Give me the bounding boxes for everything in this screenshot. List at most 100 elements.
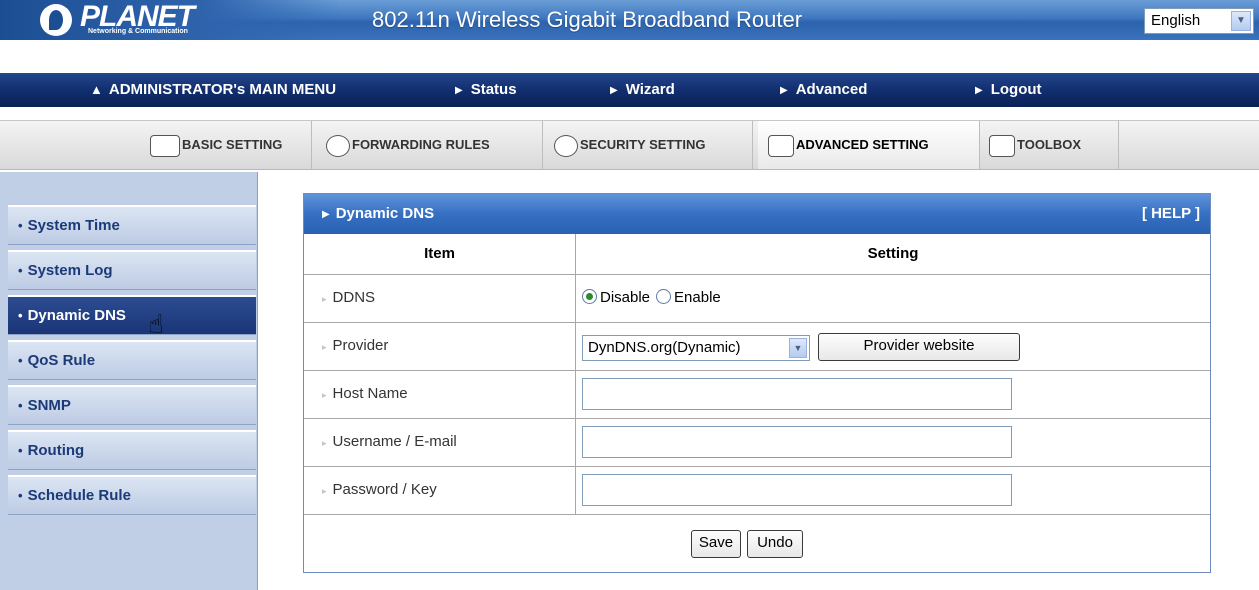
- bullet-icon: •: [18, 263, 23, 278]
- row-marker-icon: ▸: [322, 486, 327, 496]
- divider: [304, 370, 1210, 371]
- hand-pointer-icon: ☝: [148, 309, 164, 339]
- panel-title-text: Dynamic DNS: [335, 205, 435, 222]
- advanced-icon: [768, 134, 794, 157]
- bullet-icon: •: [18, 398, 23, 413]
- chevron-down-icon[interactable]: ▼: [789, 338, 807, 358]
- logo: PLANET Networking & Communication: [0, 0, 340, 40]
- toolbox-icon: [989, 134, 1015, 157]
- tab-toolbox[interactable]: TOOLBOX: [985, 121, 1119, 169]
- menu-admin-main[interactable]: ▲ ADMINISTRATOR's MAIN MENU: [90, 73, 336, 107]
- menu-logout[interactable]: ▶ Logout: [975, 73, 1042, 107]
- ddns-label: ▸ DDNS: [322, 278, 375, 318]
- row-marker-icon: ▸: [322, 390, 327, 400]
- tab-advanced-label: ADVANCED SETTING: [796, 137, 929, 152]
- username-label-text: Username / E-mail: [332, 433, 457, 450]
- undo-button[interactable]: Undo: [747, 530, 803, 558]
- user-icon: ▲: [90, 82, 103, 97]
- forwarding-icon: [326, 134, 350, 157]
- bullet-icon: •: [18, 353, 23, 368]
- language-value: English: [1151, 12, 1201, 29]
- sidebar-item-label: Dynamic DNS: [27, 307, 126, 324]
- sidebar-item-dynamic-dns[interactable]: • Dynamic DNS: [8, 295, 256, 335]
- triangle-right-icon: ▶: [975, 85, 983, 96]
- sidebar-item-qos-rule[interactable]: • QoS Rule: [8, 340, 256, 380]
- triangle-right-icon: ▶: [780, 85, 788, 96]
- tab-basic-label: BASIC SETTING: [182, 137, 283, 152]
- tab-basic-setting[interactable]: BASIC SETTING: [150, 121, 312, 169]
- column-header-item: Item: [424, 245, 455, 262]
- save-button[interactable]: Save: [691, 530, 741, 558]
- provider-website-button[interactable]: Provider website: [818, 333, 1020, 361]
- menu-advanced-label: Advanced: [795, 81, 868, 98]
- provider-select-value: DynDNS.org(Dynamic): [588, 339, 741, 356]
- row-marker-icon: ▸: [322, 438, 327, 448]
- username-label: ▸ Username / E-mail: [322, 422, 457, 462]
- host-name-input[interactable]: [582, 378, 1012, 410]
- menu-admin-label: ADMINISTRATOR's MAIN MENU: [108, 81, 337, 98]
- password-input[interactable]: [582, 474, 1012, 506]
- bullet-icon: •: [18, 488, 23, 503]
- provider-label-text: Provider: [332, 337, 389, 354]
- header: PLANET Networking & Communication 802.11…: [0, 0, 1259, 78]
- menu-status[interactable]: ▶ Status: [455, 73, 517, 107]
- ddns-enable-radio[interactable]: [656, 289, 672, 304]
- menu-advanced[interactable]: ▶ Advanced: [780, 73, 867, 107]
- sidebar-item-label: System Time: [27, 217, 120, 234]
- ddns-disable-radio[interactable]: [582, 289, 597, 304]
- menu-wizard-label: Wizard: [625, 81, 675, 98]
- page-title: 802.11n Wireless Gigabit Broadband Route…: [372, 7, 803, 32]
- ddns-disable-label: Disable: [600, 289, 651, 306]
- ddns-enable-label: Enable: [674, 289, 721, 306]
- triangle-right-icon: ▶: [455, 85, 463, 96]
- divider: [304, 274, 1210, 275]
- bullet-icon: •: [18, 218, 23, 233]
- menu-status-label: Status: [470, 81, 517, 98]
- ddns-setting: Disable Enable: [582, 278, 727, 318]
- planet-logo-icon: [40, 4, 72, 36]
- sidebar-item-label: SNMP: [27, 397, 71, 414]
- logo-tagline: Networking & Communication: [88, 28, 188, 35]
- tab-advanced-setting[interactable]: ADVANCED SETTING: [758, 121, 980, 169]
- bullet-icon: •: [18, 443, 23, 458]
- menu-logout-label: Logout: [990, 81, 1042, 98]
- triangle-right-icon: ▶: [322, 209, 330, 220]
- language-select[interactable]: English ▼: [1144, 8, 1254, 34]
- sidebar-item-label: Schedule Rule: [27, 487, 131, 504]
- panel-title: ▶ Dynamic DNS: [322, 194, 434, 235]
- tab-forwarding-label: FORWARDING RULES: [352, 137, 490, 152]
- column-header-setting: Setting: [867, 245, 919, 262]
- tab-toolbox-label: TOOLBOX: [1017, 137, 1082, 152]
- host-name-label: ▸ Host Name: [322, 374, 408, 414]
- sidebar: • System Time • System Log • Dynamic DNS • Q…: [0, 172, 258, 590]
- sidebar-item-routing[interactable]: • Routing: [8, 430, 256, 470]
- main-menu: ▲ ADMINISTRATOR's MAIN MENU ▶ Status ▶ Wiza…: [0, 73, 1259, 107]
- divider: [304, 514, 1210, 515]
- sidebar-item-schedule-rule[interactable]: • Schedule Rule: [8, 475, 256, 515]
- menu-wizard[interactable]: ▶ Wizard: [610, 73, 675, 107]
- provider-label: ▸ Provider: [322, 326, 388, 366]
- sidebar-item-snmp[interactable]: • SNMP: [8, 385, 256, 425]
- tab-security-label: SECURITY SETTING: [580, 137, 706, 152]
- bullet-icon: •: [18, 308, 23, 323]
- provider-select[interactable]: DynDNS.org(Dynamic) ▼: [582, 335, 810, 361]
- ddns-label-text: DDNS: [332, 289, 376, 306]
- row-marker-icon: ▸: [322, 294, 327, 304]
- tab-forwarding-rules[interactable]: FORWARDING RULES: [318, 121, 543, 169]
- divider: [304, 466, 1210, 467]
- sidebar-item-label: QoS Rule: [27, 352, 96, 369]
- row-marker-icon: ▸: [322, 342, 327, 352]
- triangle-right-icon: ▶: [610, 85, 618, 96]
- password-label: ▸ Password / Key: [322, 470, 437, 510]
- sidebar-item-system-time[interactable]: • System Time: [8, 205, 256, 245]
- column-divider: [575, 234, 576, 514]
- divider: [304, 418, 1210, 419]
- sidebar-item-system-log[interactable]: • System Log: [8, 250, 256, 290]
- username-input[interactable]: [582, 426, 1012, 458]
- lock-icon: [554, 134, 578, 157]
- help-link[interactable]: [ HELP ]: [1142, 194, 1200, 234]
- chevron-down-icon[interactable]: ▼: [1231, 11, 1251, 31]
- tab-security-setting[interactable]: SECURITY SETTING: [548, 121, 753, 169]
- settings-tabs: BASIC SETTING FORWARDING RULES SECURITY …: [0, 120, 1259, 170]
- divider: [304, 322, 1210, 323]
